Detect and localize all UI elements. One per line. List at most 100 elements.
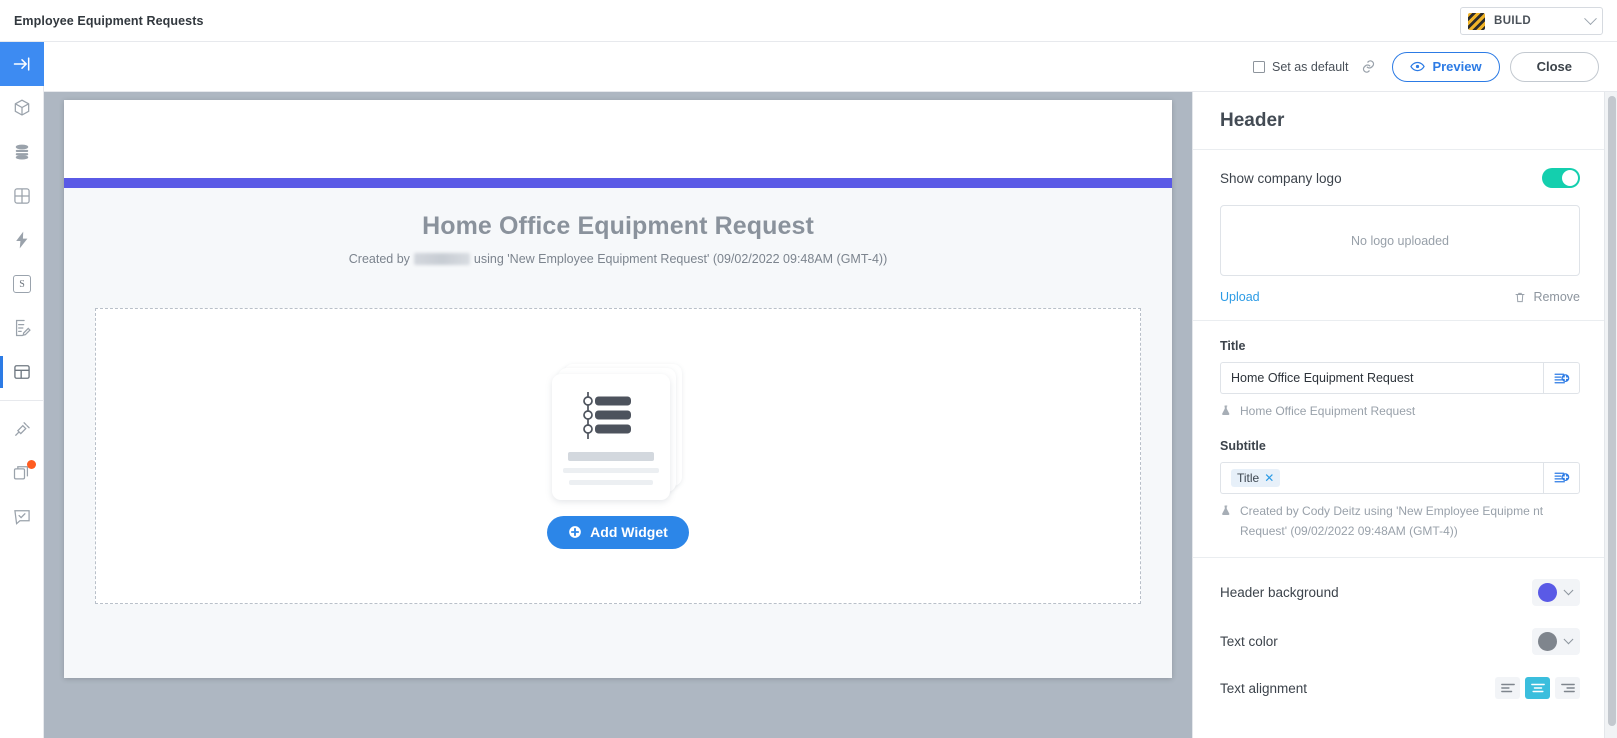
show-company-logo-toggle[interactable] (1542, 168, 1580, 188)
editor-toolbar: Set as default Preview Close (44, 42, 1617, 92)
subtitle-field-group: Subtitle Title ✕ Created by Cody Deitz u… (1220, 439, 1580, 542)
task-check-icon (14, 510, 30, 525)
trash-icon (1515, 292, 1525, 302)
align-left-button[interactable] (1495, 677, 1520, 700)
page-title: Home Office Equipment Request (422, 212, 814, 240)
placeholder-line-1 (568, 451, 654, 461)
placeholder-line-2 (563, 467, 659, 473)
link-icon[interactable] (1361, 59, 1376, 74)
text-color-picker[interactable] (1532, 628, 1580, 656)
hazard-stripes-icon (1468, 12, 1485, 30)
text-alignment-label: Text alignment (1220, 680, 1308, 696)
sidebar-item-integrations[interactable] (0, 407, 44, 451)
title-field-group: Title Home Office Equipment Request Home… (1220, 339, 1580, 422)
sidebar-item-layout[interactable] (0, 350, 44, 394)
header-settings-panel: Header Show company logo No logo uploade… (1192, 92, 1607, 738)
lightning-icon (16, 231, 28, 249)
subtitle-prefix: Created by (348, 252, 410, 266)
collapse-panel-icon (13, 57, 30, 71)
sidebar-item-collapse[interactable] (0, 42, 44, 86)
subtitle-input[interactable]: Title ✕ (1220, 461, 1543, 494)
database-icon (15, 144, 29, 160)
flask-icon (1222, 505, 1230, 515)
sidebar-item-objects[interactable] (0, 86, 44, 130)
layout-icon (14, 365, 30, 379)
sidebar-item-apps[interactable] (0, 451, 44, 495)
chevron-down-icon (1563, 634, 1574, 645)
document-edit-icon (15, 319, 31, 337)
logo-strip (64, 100, 1172, 178)
subtitle-variable-chip[interactable]: Title ✕ (1231, 468, 1281, 487)
widget-drop-zone[interactable]: Add Widget (95, 308, 1141, 604)
title-input[interactable]: Home Office Equipment Request (1220, 362, 1543, 394)
text-color-label: Text color (1220, 634, 1278, 650)
header-background-picker[interactable] (1532, 579, 1580, 607)
appearance-section: Header background Text color Text alignm… (1193, 558, 1607, 726)
panel-scrollbar-thumb[interactable] (1607, 96, 1616, 726)
preview-button[interactable]: Preview (1392, 51, 1500, 82)
panel-scrollbar-track[interactable] (1604, 92, 1617, 738)
notification-badge (27, 460, 36, 469)
subtitle-field-label: Subtitle (1220, 438, 1266, 453)
logo-section: Show company logo No logo uploaded Uploa… (1193, 150, 1607, 321)
set-as-default-checkbox[interactable]: Set as default (1252, 60, 1348, 74)
toggle-knob (1562, 170, 1578, 186)
eye-icon (1410, 59, 1426, 74)
close-button[interactable]: Close (1509, 51, 1599, 82)
panel-header: Header (1193, 92, 1607, 150)
logo-actions: Upload Remove (1220, 290, 1580, 304)
subtitle-input-group: Title ✕ (1220, 461, 1580, 494)
checklist-icon (583, 391, 631, 439)
insert-variable-icon (1554, 472, 1570, 483)
insert-variable-icon (1554, 373, 1570, 383)
header-accent-bar (64, 178, 1172, 188)
title-insert-variable-button[interactable] (1543, 362, 1580, 394)
sidebar-item-automation[interactable] (0, 218, 44, 262)
canvas-area: Home Office Equipment Request Created by… (44, 92, 1192, 738)
title-field-label: Title (1220, 339, 1246, 353)
align-center-button[interactable] (1525, 677, 1550, 700)
add-widget-button[interactable]: Add Widget (547, 515, 689, 549)
subtitle-chip-label: Title (1237, 470, 1260, 485)
sidebar-item-tasks[interactable] (0, 495, 44, 539)
subtitle-preview-text: Created by Cody Deitz using 'New Employe… (1240, 503, 1544, 538)
title-preview: Home Office Equipment Request (1220, 402, 1580, 422)
remove-logo-label: Remove (1533, 290, 1580, 304)
close-label: Close (1536, 59, 1572, 74)
plus-circle-icon (568, 525, 582, 539)
color-swatch (1538, 583, 1557, 603)
text-fields-section: Title Home Office Equipment Request Home… (1193, 321, 1607, 559)
mode-select-build[interactable]: BUILD (1460, 7, 1603, 35)
placeholder-line-3 (569, 479, 653, 485)
sidebar-item-forms[interactable] (0, 306, 44, 350)
header-background-row: Header background (1220, 568, 1580, 617)
top-bar: Employee Equipment Requests BUILD (0, 0, 1617, 42)
page-sheet: Home Office Equipment Request Created by… (64, 100, 1172, 678)
upload-logo-button[interactable]: Upload (1220, 290, 1260, 304)
show-company-logo-label: Show company logo (1220, 170, 1342, 186)
script-s-icon: S (13, 275, 31, 293)
align-right-button[interactable] (1555, 677, 1580, 700)
sidebar-item-data[interactable] (0, 130, 44, 174)
left-icon-rail: S (0, 42, 44, 738)
logo-upload-dropzone[interactable]: No logo uploaded (1220, 205, 1580, 276)
header-background-label: Header background (1220, 585, 1339, 601)
page-subtitle: Created by using 'New Employee Equipment… (64, 252, 1172, 266)
plug-icon (15, 422, 30, 436)
show-company-logo-row: Show company logo (1220, 168, 1580, 188)
title-input-group: Home Office Equipment Request (1220, 362, 1580, 394)
subtitle-insert-variable-button[interactable] (1543, 461, 1580, 494)
chevron-down-icon (1584, 11, 1597, 25)
sheet-body: Home Office Equipment Request Created by… (64, 188, 1172, 678)
align-right-icon (1560, 684, 1575, 693)
app-title: Employee Equipment Requests (14, 13, 204, 28)
sidebar-item-grid[interactable] (0, 174, 44, 218)
align-center-icon (1530, 684, 1545, 693)
remove-logo-button[interactable]: Remove (1514, 290, 1580, 304)
close-icon[interactable]: ✕ (1264, 472, 1274, 484)
mode-select-label: BUILD (1494, 15, 1532, 27)
logo-placeholder-text: No logo uploaded (1351, 233, 1449, 248)
sidebar-item-script[interactable]: S (0, 262, 44, 306)
chevron-down-icon (1563, 585, 1574, 596)
rail-divider (0, 400, 44, 401)
